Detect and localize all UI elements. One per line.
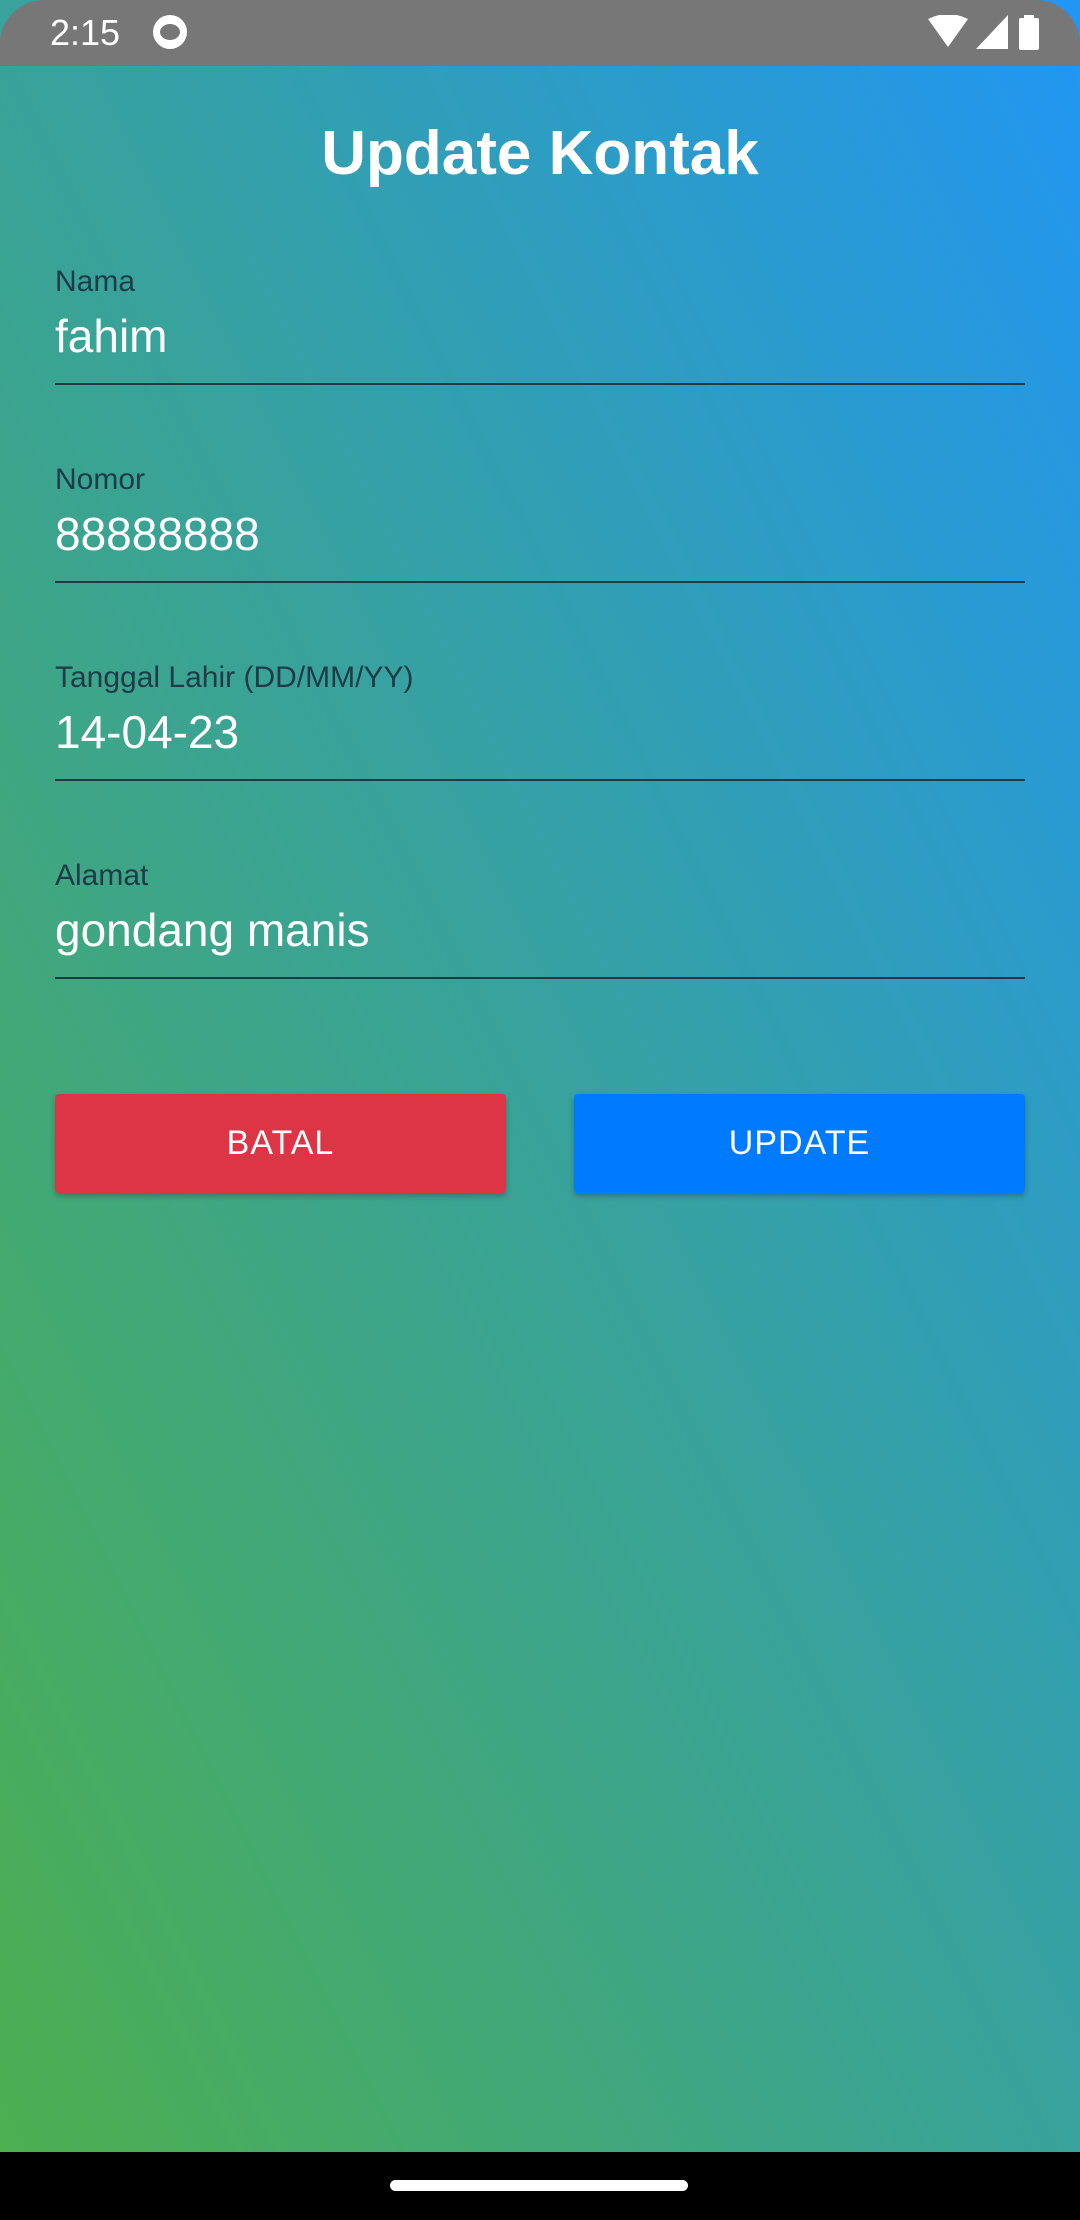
number-field[interactable]: Nomor <box>55 463 1025 583</box>
name-label: Nama <box>55 265 136 298</box>
birthdate-input[interactable] <box>55 705 1025 759</box>
battery-icon <box>1019 15 1039 50</box>
status-time: 2:15 <box>50 12 121 53</box>
status-bar: 2:15 <box>0 0 1080 66</box>
number-input[interactable] <box>55 507 1025 561</box>
wifi-icon <box>928 15 968 47</box>
update-button[interactable]: UPDATE <box>574 1094 1025 1193</box>
name-input[interactable] <box>55 309 1025 363</box>
name-field[interactable]: Nama <box>55 265 1025 385</box>
birthdate-label: Tanggal Lahir (DD/MM/YY) <box>55 661 414 694</box>
signal-icon <box>976 15 1008 49</box>
address-field[interactable]: Alamat <box>55 859 1025 979</box>
screen: 2:15 Update Kontak Nama Nomor Tanggal La… <box>0 0 1080 2152</box>
address-input[interactable] <box>55 903 1025 957</box>
home-handle[interactable] <box>390 2180 688 2191</box>
address-label: Alamat <box>55 859 149 892</box>
birthdate-field[interactable]: Tanggal Lahir (DD/MM/YY) <box>55 661 1025 781</box>
page-title: Update Kontak <box>321 119 759 188</box>
number-label: Nomor <box>55 463 146 496</box>
notification-app-icon <box>153 15 187 49</box>
navigation-bar <box>0 2152 1080 2220</box>
cancel-button[interactable]: BATAL <box>55 1094 506 1193</box>
